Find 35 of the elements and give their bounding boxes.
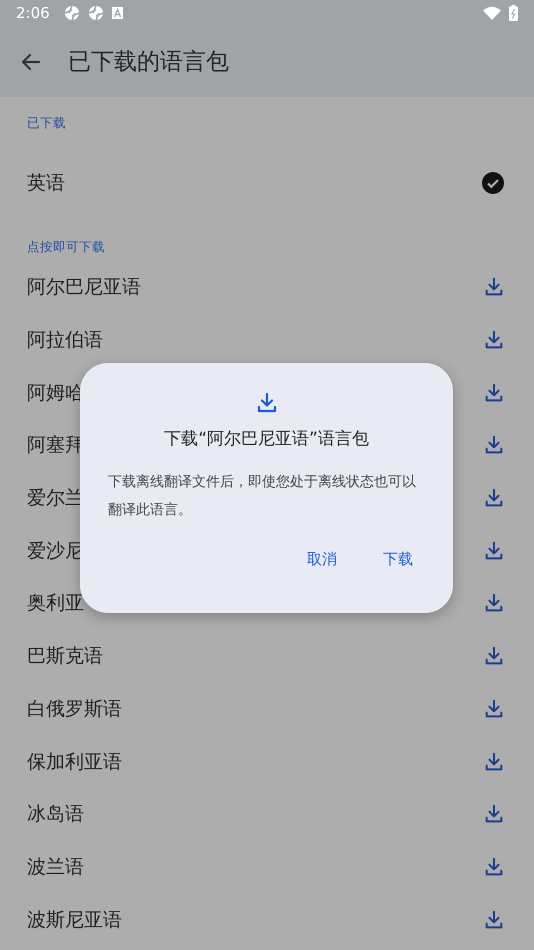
download-icon[interactable] (483, 645, 505, 668)
download-icon[interactable] (483, 434, 505, 456)
aperture-icon (64, 5, 80, 21)
language-name[interactable]: 英语 (27, 170, 481, 196)
download-icon[interactable] (483, 856, 505, 878)
language-name[interactable]: 巴斯克语 (27, 643, 483, 670)
status-time: 2:06 (16, 4, 50, 22)
download-icon[interactable] (483, 698, 505, 720)
download-icon[interactable] (483, 908, 505, 931)
download-icon[interactable] (483, 803, 505, 826)
download-icon[interactable] (483, 329, 505, 352)
cancel-button[interactable]: 取消 (295, 544, 349, 575)
download-icon[interactable] (483, 487, 505, 510)
dialog-message: 下载离线翻译文件后，即使您处于离线状态也可以翻译此语言。 (108, 473, 417, 520)
section-header: 已下载 (26, 114, 67, 132)
language-name[interactable]: 阿拉伯语 (27, 327, 483, 354)
language-name[interactable]: 保加利亚语 (27, 748, 483, 775)
language-name[interactable]: 白俄罗斯语 (27, 696, 483, 722)
language-name[interactable]: 波斯尼亚语 (27, 906, 483, 933)
language-name[interactable]: 波兰语 (27, 854, 483, 880)
dialog-title: 下载“阿尔巴尼亚语”语言包 (164, 428, 369, 450)
battery-icon (509, 5, 518, 21)
download-icon[interactable] (483, 592, 505, 614)
section-header: 点按即可下载 (26, 238, 106, 256)
page-title: 已下载的语言包 (68, 48, 229, 77)
language-name[interactable]: 阿尔巴尼亚语 (27, 274, 483, 300)
download-button[interactable]: 下载 (371, 544, 425, 575)
download-icon[interactable] (483, 382, 505, 404)
font-icon (112, 7, 123, 19)
language-name[interactable]: 冰岛语 (27, 801, 483, 828)
download-icon[interactable] (483, 750, 505, 773)
download-icon[interactable] (483, 276, 505, 298)
download-icon[interactable] (483, 540, 505, 562)
wifi-icon (483, 6, 501, 20)
aperture-icon (88, 5, 104, 21)
